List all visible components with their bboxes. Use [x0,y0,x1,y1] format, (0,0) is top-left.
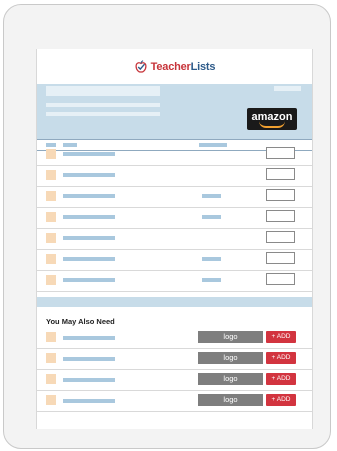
item-name-placeholder [63,173,115,177]
section-title: You May Also Need [46,317,115,326]
item-name-placeholder [63,215,115,219]
add-button[interactable]: + ADD [266,352,296,364]
item-name-placeholder [63,236,115,240]
item-name-placeholder [63,378,115,382]
list-item [37,228,312,250]
item-detail-placeholder [202,278,221,282]
section-divider [37,297,312,307]
brand-logo-placeholder: logo [198,373,263,385]
item-checkbox[interactable] [46,395,56,405]
teacherlists-logo[interactable]: TeacherLists [134,59,216,74]
quantity-box[interactable] [266,168,295,180]
apple-check-icon [135,59,147,73]
hero-line-placeholder [46,112,160,116]
quantity-box[interactable] [266,273,295,285]
list-item [37,144,312,166]
item-checkbox[interactable] [46,170,56,180]
item-checkbox[interactable] [46,233,56,243]
hero-title-placeholder [46,86,160,96]
item-checkbox[interactable] [46,374,56,384]
add-button[interactable]: + ADD [266,394,296,406]
hero-line-placeholder [46,103,160,107]
quantity-box[interactable] [266,231,295,243]
item-name-placeholder [63,336,115,340]
list-item [37,270,312,292]
quantity-box[interactable] [266,189,295,201]
recommendation-item: logo + ADD [37,349,312,370]
item-checkbox[interactable] [46,254,56,264]
add-button[interactable]: + ADD [266,331,296,343]
list-item [37,207,312,229]
item-checkbox[interactable] [46,149,56,159]
item-checkbox[interactable] [46,191,56,201]
hero-corner-placeholder [274,86,301,91]
item-name-placeholder [63,357,115,361]
brand-wordmark: TeacherLists [151,61,216,73]
item-checkbox[interactable] [46,212,56,222]
brand-logo-placeholder: logo [198,352,263,364]
amazon-button[interactable]: amazon [247,108,297,130]
quantity-box[interactable] [266,210,295,222]
item-name-placeholder [63,257,115,261]
brand-logo-placeholder: logo [198,331,263,343]
header-logo-row: TeacherLists [37,49,312,84]
brand-name-part2: Lists [190,60,216,73]
item-checkbox[interactable] [46,275,56,285]
tablet-screen: TeacherLists amazon You May Also Need lo… [36,49,313,429]
list-item [37,186,312,208]
item-checkbox[interactable] [46,353,56,363]
item-name-placeholder [63,152,115,156]
brand-logo-placeholder: logo [198,394,263,406]
recommendation-item: logo + ADD [37,391,312,412]
item-detail-placeholder [202,257,221,261]
list-item [37,249,312,271]
quantity-box[interactable] [266,147,295,159]
item-detail-placeholder [202,215,221,219]
item-checkbox[interactable] [46,332,56,342]
recommendation-item: logo + ADD [37,370,312,391]
add-button[interactable]: + ADD [266,373,296,385]
recommendation-item: logo + ADD [37,328,312,349]
list-item [37,165,312,187]
quantity-box[interactable] [266,252,295,264]
item-name-placeholder [63,194,115,198]
amazon-smile-icon [259,121,285,128]
item-name-placeholder [63,399,115,403]
item-detail-placeholder [202,194,221,198]
item-name-placeholder [63,278,115,282]
brand-name-part1: Teacher [150,60,191,73]
